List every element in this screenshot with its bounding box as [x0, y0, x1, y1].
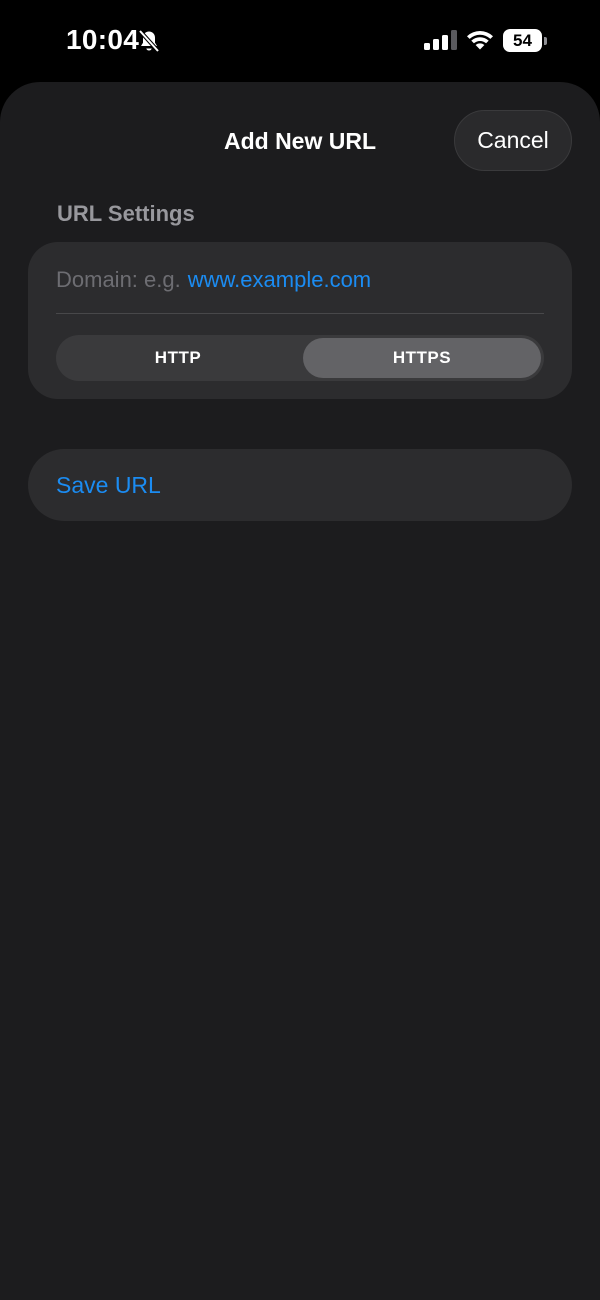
segment-https[interactable]: HTTPS — [303, 338, 541, 378]
save-url-label: Save URL — [56, 471, 161, 498]
battery-cap — [544, 37, 547, 45]
domain-input[interactable]: Domain: e.g. www.example.com — [56, 260, 544, 300]
cellular-signal-icon — [424, 30, 457, 50]
protocol-segmented-control: HTTP HTTPS — [56, 335, 544, 381]
domain-placeholder-example: www.example.com — [187, 267, 372, 292]
segment-http[interactable]: HTTP — [59, 338, 297, 378]
card-divider — [56, 313, 544, 314]
status-time: 10:04 — [66, 24, 140, 55]
add-url-sheet: Add New URL Cancel URL Settings Domain: … — [0, 82, 600, 1300]
url-settings-card: Domain: e.g. www.example.com HTTP HTTPS — [28, 242, 572, 399]
cancel-button[interactable]: Cancel — [454, 110, 572, 171]
domain-placeholder-prefix: Domain: e.g. — [56, 267, 181, 292]
save-url-button[interactable]: Save URL — [28, 449, 572, 521]
status-bar: 10:04 54 — [0, 0, 600, 82]
bell-slash-icon — [138, 29, 160, 53]
section-header-url-settings: URL Settings — [57, 201, 195, 226]
battery-level: 54 — [503, 29, 542, 52]
wifi-icon — [467, 31, 493, 50]
screen: 10:04 54 Add New URL Cancel URL Settings — [0, 0, 600, 1300]
battery-icon: 54 — [503, 29, 547, 52]
